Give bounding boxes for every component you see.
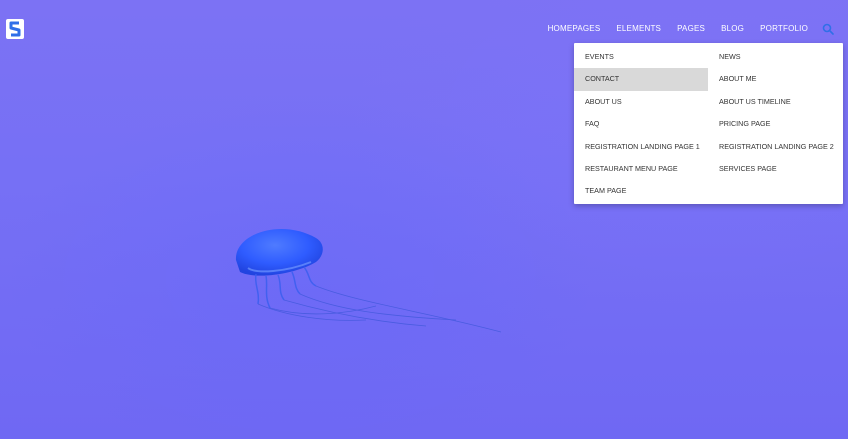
nav-item-homepages[interactable]: HOMEPAGES (548, 23, 601, 35)
dropdown-item-news[interactable]: NEWS (708, 46, 843, 68)
dropdown-item-events[interactable]: EVENTS (574, 46, 708, 68)
dropdown-item-pricing[interactable]: PRICING PAGE (708, 113, 843, 135)
dropdown-item-about-me[interactable]: ABOUT ME (708, 68, 843, 90)
logo-icon[interactable] (6, 19, 24, 39)
dropdown-item-restaurant-menu[interactable]: RESTAURANT MENU PAGE (574, 158, 708, 180)
dropdown-item-services[interactable]: SERVICES PAGE (708, 158, 843, 180)
jellyfish-image (235, 229, 502, 333)
pages-dropdown-menu: EVENTS CONTACT ABOUT US FAQ REGISTRATION… (574, 43, 843, 204)
top-navigation: HOMEPAGES ELEMENTS PAGES BLOG PORTFOLIO (548, 23, 834, 35)
nav-item-portfolio[interactable]: PORTFOLIO (760, 23, 808, 35)
dropdown-item-about-us[interactable]: ABOUT US (574, 91, 708, 113)
dropdown-item-registration-landing-2[interactable]: REGISTRATION LANDING PAGE 2 (708, 136, 843, 158)
dropdown-column-left: EVENTS CONTACT ABOUT US FAQ REGISTRATION… (574, 46, 708, 203)
dropdown-item-about-us-timeline[interactable]: ABOUT US TIMELINE (708, 91, 843, 113)
nav-item-elements[interactable]: ELEMENTS (616, 23, 661, 35)
dropdown-item-contact[interactable]: CONTACT (574, 68, 708, 91)
dropdown-column-right: NEWS ABOUT ME ABOUT US TIMELINE PRICING … (708, 46, 843, 180)
dropdown-item-team-page[interactable]: TEAM PAGE (574, 180, 708, 202)
nav-item-blog[interactable]: BLOG (721, 23, 744, 35)
dropdown-item-faq[interactable]: FAQ (574, 113, 708, 135)
nav-item-pages[interactable]: PAGES (677, 23, 705, 35)
dropdown-item-registration-landing-1[interactable]: REGISTRATION LANDING PAGE 1 (574, 136, 708, 158)
search-icon[interactable] (822, 23, 834, 35)
